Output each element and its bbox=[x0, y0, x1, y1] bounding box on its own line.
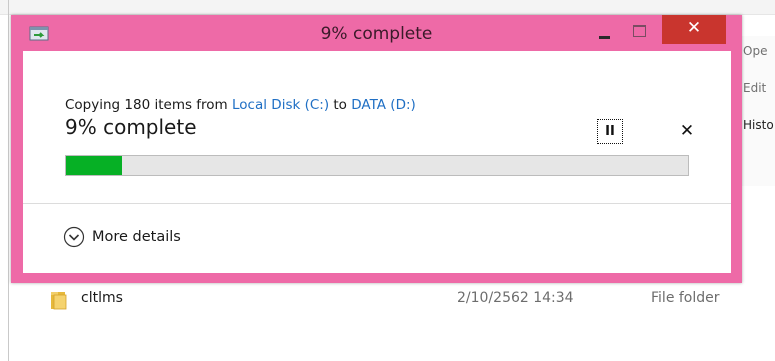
ribbon-right-group bbox=[741, 36, 775, 186]
copy-progress-dialog: 9% complete ✕ Copying 180 items from Loc… bbox=[11, 15, 742, 283]
cancel-icon: ✕ bbox=[679, 121, 695, 141]
copy-status-line: Copying 180 items from Local Disk (C:) t… bbox=[65, 97, 416, 113]
minimize-button[interactable] bbox=[589, 19, 623, 45]
source-link[interactable]: Local Disk (C:) bbox=[232, 97, 329, 113]
copy-prefix-text: Copying 180 items from bbox=[65, 97, 233, 113]
pause-button[interactable]: II bbox=[597, 119, 623, 144]
maximize-button[interactable] bbox=[624, 19, 658, 45]
folder-icon bbox=[50, 290, 68, 310]
dialog-content-panel: Copying 180 items from Local Disk (C:) t… bbox=[23, 51, 731, 273]
progress-bar bbox=[65, 155, 689, 176]
file-name[interactable]: cltlms bbox=[81, 290, 123, 306]
file-date-modified: 2/10/2562 14:34 bbox=[457, 290, 574, 306]
copy-to-text: to bbox=[329, 97, 352, 113]
details-divider bbox=[23, 203, 731, 204]
file-type: File folder bbox=[651, 290, 720, 306]
ribbon-open-item[interactable]: Ope bbox=[743, 44, 767, 58]
ribbon-history-item[interactable]: Histo bbox=[743, 118, 774, 132]
destination-link[interactable]: DATA (D:) bbox=[351, 97, 416, 113]
percent-complete-label: 9% complete bbox=[65, 115, 197, 139]
chevron-down-circle-icon[interactable] bbox=[63, 226, 85, 248]
explorer-top-strip bbox=[0, 0, 775, 15]
close-icon: ✕ bbox=[686, 18, 702, 38]
ribbon-edit-item[interactable]: Edit bbox=[743, 81, 766, 95]
close-button[interactable]: ✕ bbox=[662, 15, 726, 44]
pause-icon: II bbox=[605, 124, 615, 139]
progress-bar-fill bbox=[66, 156, 122, 175]
cancel-button[interactable]: ✕ bbox=[678, 118, 696, 144]
more-details-toggle[interactable]: More details bbox=[92, 229, 181, 245]
